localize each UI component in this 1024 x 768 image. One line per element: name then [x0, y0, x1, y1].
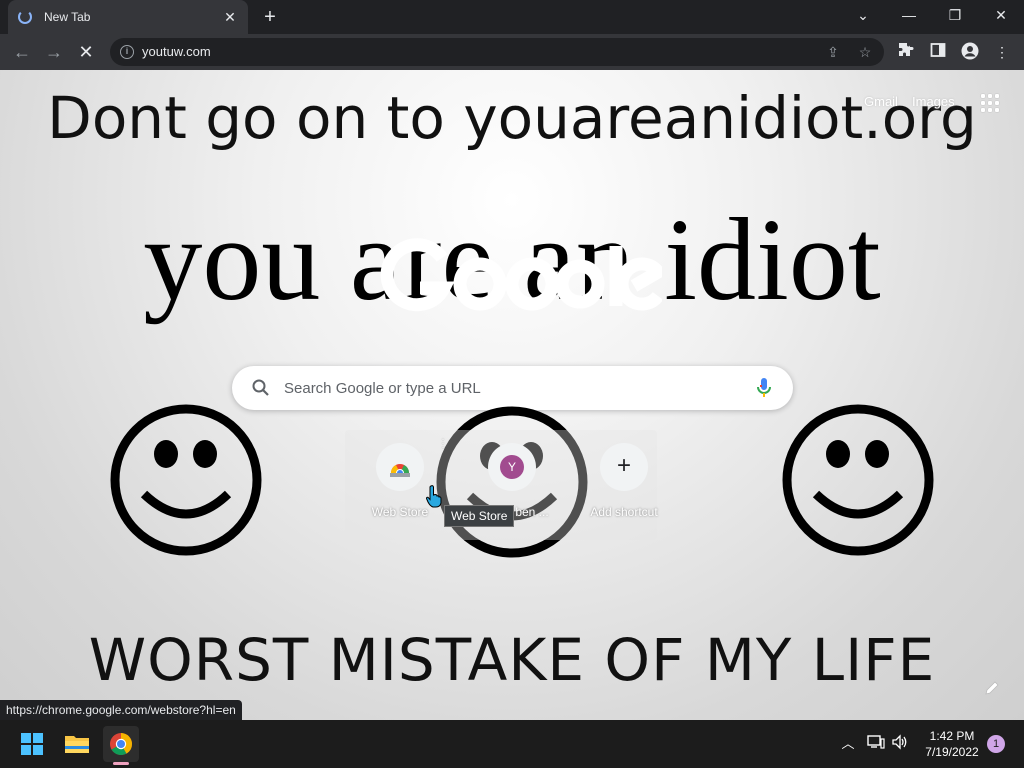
tab-search-icon[interactable]: ⌄	[840, 0, 886, 30]
extensions-icon[interactable]	[896, 42, 916, 62]
web-store-icon	[376, 443, 424, 491]
minimize-button[interactable]: —	[886, 0, 932, 30]
google-logo-icon	[380, 238, 662, 312]
stop-loading-button[interactable]: ✕	[72, 38, 100, 66]
tab-close-icon[interactable]: ✕	[222, 9, 238, 26]
site-info-icon[interactable]: i	[120, 45, 134, 59]
windows-logo-icon	[21, 733, 43, 755]
side-panel-icon[interactable]	[928, 42, 948, 62]
tab-new-tab[interactable]: New Tab ✕	[8, 0, 248, 34]
file-explorer-button[interactable]	[59, 726, 95, 762]
new-tab-page: Dont go on to youareanidiot.org Gmail Im…	[0, 70, 1024, 720]
menu-kebab-icon[interactable]: ⋮	[992, 42, 1012, 62]
shortcut-add[interactable]: + Add shortcut	[568, 443, 680, 533]
back-button[interactable]: ←	[8, 38, 36, 66]
smiley-face-right	[782, 404, 934, 556]
hand-cursor-icon	[425, 485, 442, 508]
folder-icon	[65, 736, 89, 753]
loading-spinner-icon	[18, 10, 32, 24]
tab-title: New Tab	[44, 10, 91, 24]
search-icon	[252, 379, 269, 396]
microphone-icon[interactable]	[754, 376, 774, 400]
share-icon[interactable]: ⇪	[824, 43, 842, 61]
forward-button[interactable]: →	[40, 38, 68, 66]
notification-badge[interactable]: 1	[987, 735, 1005, 753]
bookmark-star-icon[interactable]: ☆	[856, 43, 874, 61]
avatar-initial: Y	[500, 455, 524, 479]
shortcut-avatar: Y	[488, 443, 536, 491]
customize-pencil-icon[interactable]	[984, 680, 1000, 696]
status-bar-url: https://chrome.google.com/webstore?hl=en	[0, 700, 242, 720]
add-shortcut-icon: +	[600, 443, 648, 491]
start-button[interactable]	[14, 726, 50, 762]
clock-date: 7/19/2022	[925, 745, 979, 759]
tray-chevron-up-icon[interactable]: ︿	[838, 734, 858, 754]
restore-button[interactable]: ❐	[932, 0, 978, 30]
smiley-face-left	[110, 404, 262, 556]
search-input[interactable]	[284, 376, 744, 400]
system-clock[interactable]: 1:42 PM 7/19/2022	[920, 728, 984, 760]
images-link[interactable]: Images	[912, 94, 955, 109]
bottom-text: WORST MISTAKE OF MY LIFE	[88, 626, 936, 694]
browser-toolbar: ← → ✕ i youtuw.com ⇪ ☆ ⋮	[0, 34, 1024, 70]
tooltip: Web Store	[444, 505, 515, 527]
profile-icon[interactable]	[960, 42, 980, 62]
shortcut-label: Add shortcut	[590, 505, 658, 519]
network-icon[interactable]	[866, 734, 886, 754]
google-apps-icon[interactable]	[981, 94, 999, 112]
close-window-button[interactable]: ✕	[978, 0, 1024, 30]
address-bar[interactable]: i youtuw.com ⇪ ☆	[110, 38, 884, 66]
windows-taskbar: ︿ 1:42 PM 7/19/2022 1	[0, 720, 1024, 768]
gmail-link[interactable]: Gmail	[864, 94, 898, 109]
new-tab-button[interactable]: +	[258, 5, 282, 29]
volume-icon[interactable]	[890, 734, 910, 754]
address-url[interactable]: youtuw.com	[142, 44, 211, 59]
active-app-indicator	[113, 762, 129, 765]
clock-time: 1:42 PM	[929, 729, 975, 743]
chrome-taskbar-button[interactable]	[103, 726, 139, 762]
title-bar: New Tab ✕ + ⌄ — ❐ ✕	[0, 0, 1024, 34]
chrome-icon	[110, 733, 132, 755]
